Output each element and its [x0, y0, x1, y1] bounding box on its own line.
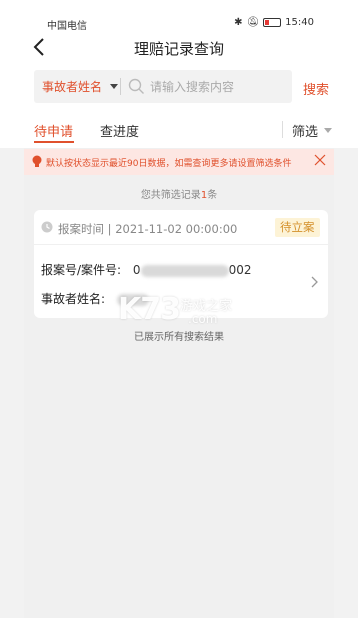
- case-number-value: 0 002: [133, 263, 252, 277]
- lightbulb-icon: [32, 155, 42, 167]
- mute-icon: 🔕︎: [246, 17, 260, 28]
- result-count-suffix: 条: [207, 190, 218, 201]
- status-icons: ✱ 🔕︎ 15:40: [234, 17, 314, 28]
- notice-text: 默认按状态显示最近90日数据，如需查询更多请设置筛选条件: [46, 159, 292, 169]
- tabs-row: 待申请 查进度 筛选: [0, 110, 358, 148]
- search-divider: [120, 78, 121, 95]
- case-number-label: 报案号/案件号:: [41, 263, 122, 277]
- redacted-blur: [140, 264, 229, 277]
- battery-icon: [263, 18, 282, 27]
- search-input[interactable]: [150, 76, 286, 97]
- filter-divider: [282, 121, 283, 138]
- search-field-select[interactable]: 事故者姓名: [42, 70, 119, 103]
- tab-progress[interactable]: 查进度: [100, 121, 139, 140]
- clock-icon: [41, 221, 53, 233]
- watermark-domain: .com: [188, 312, 218, 326]
- bluetooth-icon: ✱: [234, 17, 243, 28]
- filter-label: 筛选: [292, 125, 319, 140]
- result-count: 您共筛选记录1条: [0, 186, 358, 201]
- search-button[interactable]: 搜索: [303, 79, 329, 98]
- tab-underline: [34, 141, 74, 143]
- tab-progress-label: 查进度: [100, 125, 140, 140]
- report-time-label: 报案时间: [58, 222, 104, 236]
- case-number-start: 0: [132, 263, 141, 277]
- nav-bar: 理赔记录查询: [0, 30, 358, 64]
- report-time-value: 2021-11-02 00:00:00: [115, 222, 238, 236]
- report-time: 报案时间 | 2021-11-02 00:00:00: [58, 221, 237, 237]
- tab-pending[interactable]: 待申请: [34, 121, 74, 143]
- case-number-end: 002: [228, 263, 252, 277]
- tab-pending-label: 待申请: [34, 125, 74, 140]
- close-icon[interactable]: [314, 154, 326, 166]
- status-bar: 中国电信 ✱ 🔕︎ 15:40: [0, 0, 358, 32]
- status-badge: 待立案: [275, 218, 320, 237]
- result-count-prefix: 您共筛选记录: [140, 190, 201, 201]
- filter-caret-icon: [324, 128, 333, 133]
- notice-banner: 默认按状态显示最近90日数据，如需查询更多请设置筛选条件: [24, 149, 334, 175]
- case-number-row: 报案号/案件号: 0 002: [41, 261, 251, 278]
- page-title: 理赔记录查询: [133, 40, 224, 58]
- watermark-k73: K73: [118, 292, 181, 327]
- search-icon: [128, 78, 144, 94]
- search-row: 事故者姓名 搜索: [0, 64, 358, 110]
- chevron-right-icon: [311, 276, 318, 288]
- report-time-separator: |: [104, 222, 116, 236]
- filter-button[interactable]: 筛选: [292, 121, 333, 140]
- clock-time: 15:40: [285, 17, 314, 28]
- card-divider: [34, 244, 328, 245]
- caret-down-icon: [110, 84, 119, 89]
- search-box: 事故者姓名: [34, 70, 292, 103]
- search-field-label: 事故者姓名: [42, 80, 103, 94]
- victim-name-label: 事故者姓名:: [41, 292, 106, 306]
- watermark-logo: K73 游戏之家 .com: [118, 292, 248, 332]
